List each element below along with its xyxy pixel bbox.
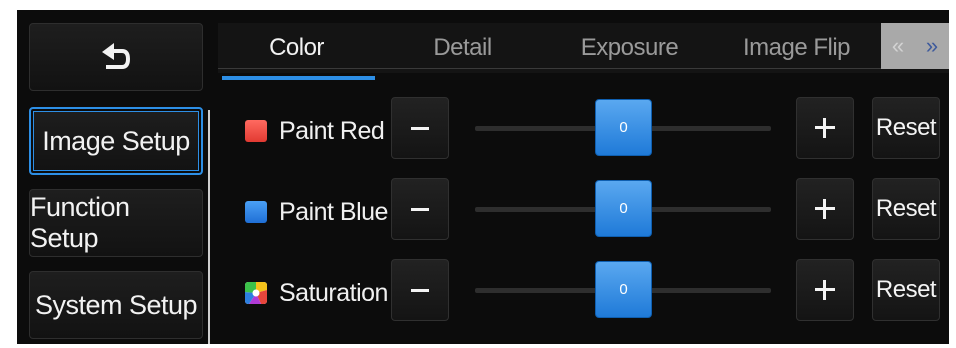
back-arrow-icon xyxy=(102,43,130,69)
active-tab-indicator xyxy=(222,76,375,80)
paint-blue-reset-label: Reset xyxy=(875,195,937,222)
saturation-label: Saturation xyxy=(279,279,388,307)
nav-system-setup[interactable]: System Setup xyxy=(29,271,203,339)
tab-pager: « » xyxy=(881,23,949,69)
saturation-reset-button[interactable]: Reset xyxy=(872,259,940,321)
saturation-reset-label: Reset xyxy=(875,276,937,303)
saturation-value: 0 xyxy=(619,281,628,298)
minus-icon xyxy=(411,288,429,292)
saturation-plus-button[interactable] xyxy=(796,259,854,321)
saturation-slider-thumb[interactable]: 0 xyxy=(595,261,652,318)
plus-icon xyxy=(815,280,835,300)
back-button[interactable] xyxy=(29,23,203,91)
plus-icon xyxy=(815,118,835,138)
paint-red-reset-label: Reset xyxy=(875,114,937,141)
paint-blue-minus-button[interactable] xyxy=(391,178,449,240)
plus-icon xyxy=(815,199,835,219)
paint-blue-reset-button[interactable]: Reset xyxy=(872,178,940,240)
tab-detail[interactable]: Detail xyxy=(384,23,541,73)
tab-bar: Color Detail Exposure Image Flip xyxy=(218,23,949,80)
paint-red-plus-button[interactable] xyxy=(796,97,854,159)
minus-icon xyxy=(411,207,429,211)
nav-system-setup-label: System Setup xyxy=(34,289,198,320)
tab-detail-label: Detail xyxy=(433,34,492,61)
tab-image-flip[interactable]: Image Flip xyxy=(718,23,875,73)
blue-square-icon xyxy=(245,201,267,223)
paint-blue-plus-button[interactable] xyxy=(796,178,854,240)
paint-blue-slider-thumb[interactable]: 0 xyxy=(595,180,652,237)
tab-exposure-label: Exposure xyxy=(580,34,679,61)
paint-red-row: Paint Red 0 Reset xyxy=(218,97,949,163)
next-page-button[interactable]: » xyxy=(926,33,938,59)
nav-image-setup-label: Image Setup xyxy=(42,125,190,156)
color-wheel-icon xyxy=(245,282,267,304)
tab-color-label: Color xyxy=(269,34,324,61)
paint-red-value: 0 xyxy=(619,119,628,136)
tab-bar-divider xyxy=(218,68,881,69)
camera-menu-screen: Image Setup Function Setup System Setup … xyxy=(17,10,949,344)
nav-divider xyxy=(208,110,210,344)
tab-color[interactable]: Color xyxy=(218,23,375,73)
paint-blue-label: Paint Blue xyxy=(279,198,388,226)
tab-exposure[interactable]: Exposure xyxy=(551,23,708,73)
paint-blue-value: 0 xyxy=(619,200,628,217)
paint-red-reset-button[interactable]: Reset xyxy=(872,97,940,159)
nav-function-setup[interactable]: Function Setup xyxy=(29,189,203,257)
saturation-row: Saturation 0 Reset xyxy=(218,259,949,325)
minus-icon xyxy=(411,126,429,130)
tab-image-flip-label: Image Flip xyxy=(742,34,851,61)
prev-page-button[interactable]: « xyxy=(892,33,904,59)
saturation-minus-button[interactable] xyxy=(391,259,449,321)
paint-red-label: Paint Red xyxy=(279,117,385,145)
nav-image-setup[interactable]: Image Setup xyxy=(29,107,203,175)
paint-red-minus-button[interactable] xyxy=(391,97,449,159)
red-square-icon xyxy=(245,120,267,142)
paint-blue-row: Paint Blue 0 Reset xyxy=(218,178,949,244)
paint-red-slider-thumb[interactable]: 0 xyxy=(595,99,652,156)
nav-function-setup-label: Function Setup xyxy=(30,192,130,253)
